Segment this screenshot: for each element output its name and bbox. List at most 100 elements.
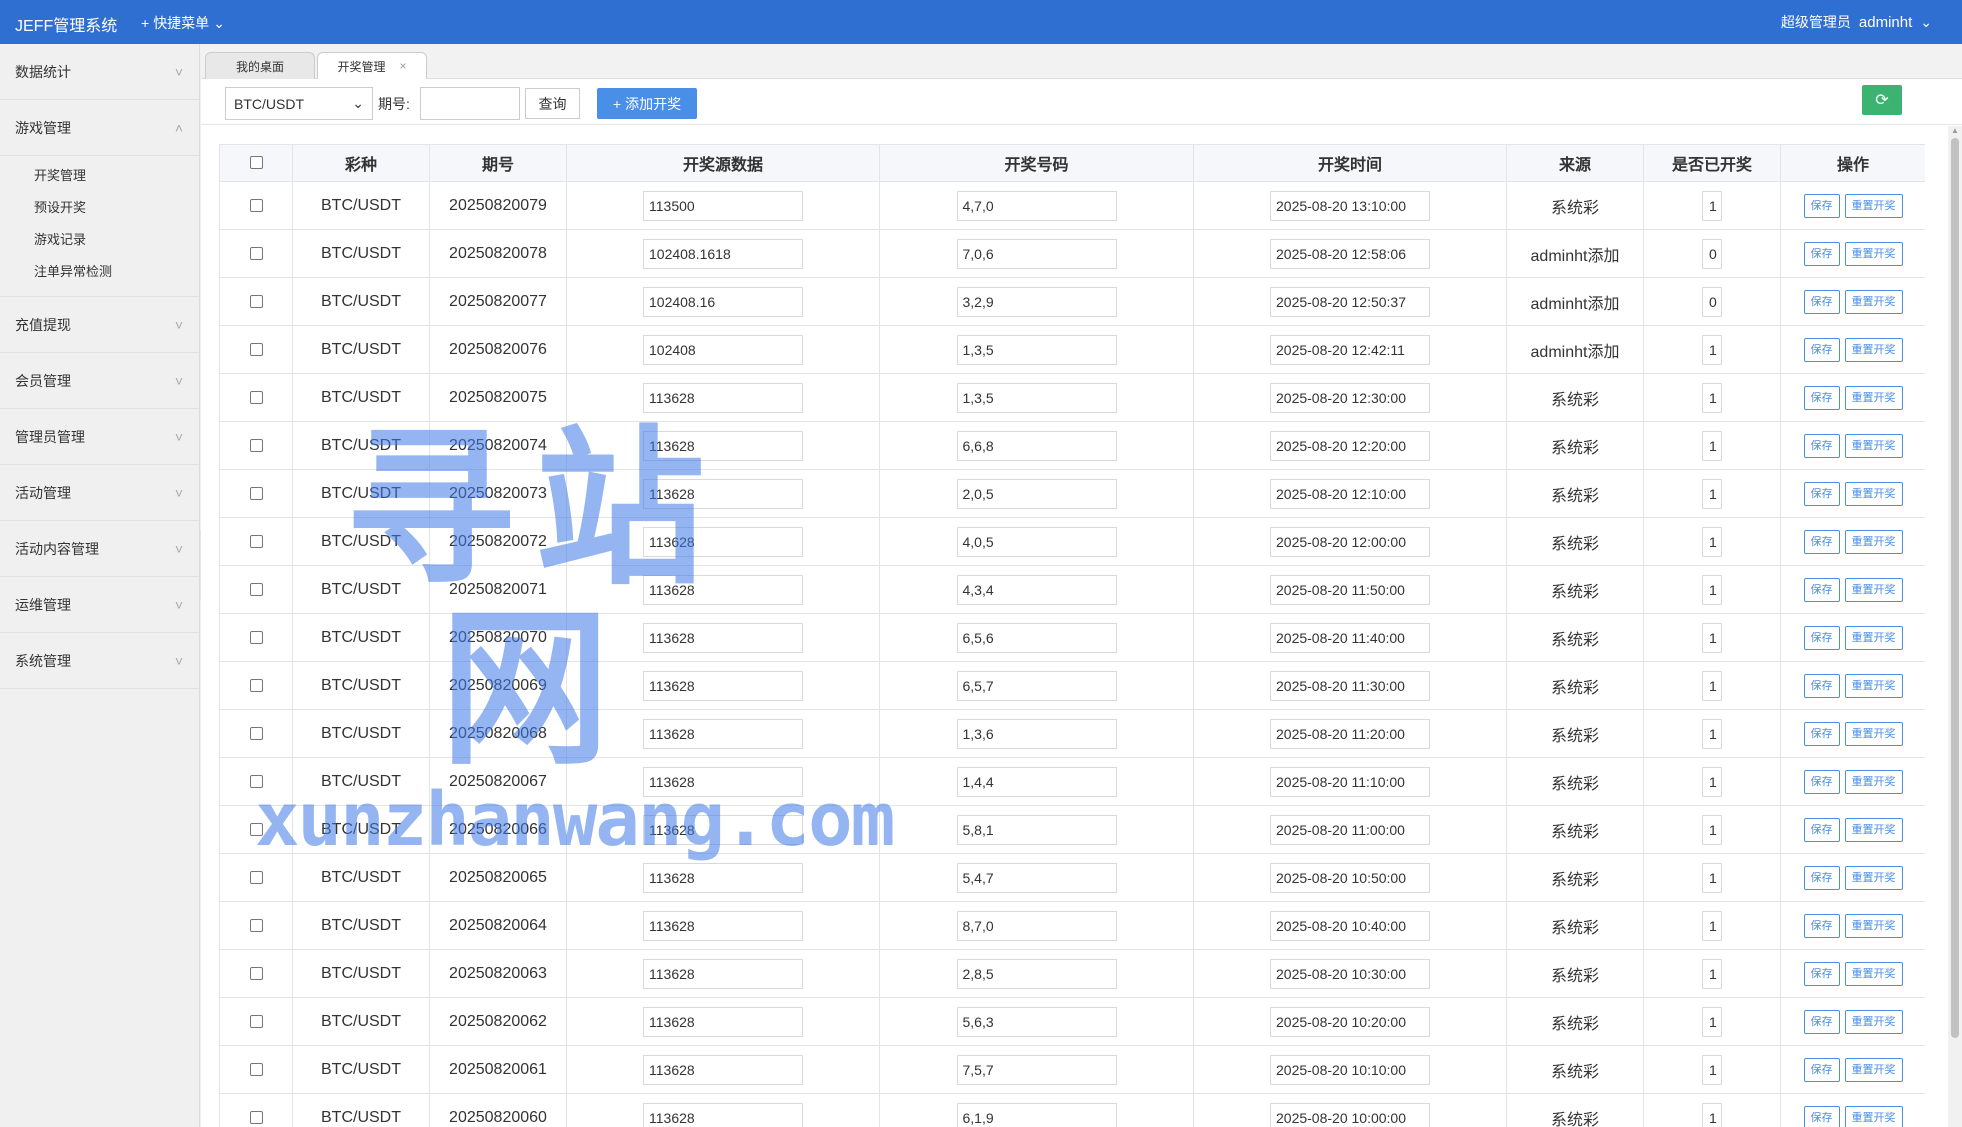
drawn-status-input[interactable]: 1	[1702, 766, 1722, 797]
drawn-status-input[interactable]: 1	[1702, 670, 1722, 701]
save-button[interactable]: 保存	[1803, 865, 1840, 890]
row-checkbox[interactable]	[249, 486, 263, 500]
draw-time-input[interactable]: 2025-08-20 12:30:00	[1270, 382, 1430, 413]
reset-draw-button[interactable]: 重置开奖	[1844, 1057, 1903, 1082]
row-checkbox[interactable]	[249, 870, 263, 884]
save-button[interactable]: 保存	[1803, 481, 1840, 506]
draw-time-input[interactable]: 2025-08-20 10:00:00	[1270, 1102, 1430, 1127]
draw-number-input[interactable]: 1,3,5	[956, 334, 1117, 365]
tab-draw-management[interactable]: 开奖管理 ×	[317, 52, 427, 79]
source-data-input[interactable]: 113628	[643, 718, 803, 749]
reset-draw-button[interactable]: 重置开奖	[1844, 769, 1903, 794]
reset-draw-button[interactable]: 重置开奖	[1844, 1009, 1903, 1034]
source-data-input[interactable]: 102408.16	[643, 286, 803, 317]
draw-number-input[interactable]: 6,5,6	[956, 622, 1117, 653]
row-checkbox[interactable]	[249, 390, 263, 404]
drawn-status-input[interactable]: 1	[1702, 1054, 1722, 1085]
reset-draw-button[interactable]: 重置开奖	[1844, 961, 1903, 986]
draw-time-input[interactable]: 2025-08-20 12:10:00	[1270, 478, 1430, 509]
source-data-input[interactable]: 113628	[643, 766, 803, 797]
source-data-input[interactable]: 113628	[643, 430, 803, 461]
sidebar-menu-0[interactable]: 数据统计 ˅	[0, 44, 199, 100]
draw-number-input[interactable]: 7,0,6	[956, 238, 1117, 269]
row-checkbox[interactable]	[249, 966, 263, 980]
quick-menu-button[interactable]: + 快捷菜单 ⌄	[141, 13, 225, 33]
add-draw-button[interactable]: + 添加开奖	[597, 88, 697, 119]
drawn-status-input[interactable]: 1	[1702, 334, 1722, 365]
drawn-status-input[interactable]: 1	[1702, 1102, 1722, 1127]
save-button[interactable]: 保存	[1803, 529, 1840, 554]
vertical-scrollbar[interactable]: ▲	[1948, 126, 1962, 1127]
row-checkbox[interactable]	[249, 534, 263, 548]
draw-number-input[interactable]: 1,3,6	[956, 718, 1117, 749]
save-button[interactable]: 保存	[1803, 193, 1840, 218]
drawn-status-input[interactable]: 1	[1702, 862, 1722, 893]
draw-number-input[interactable]: 2,0,5	[956, 478, 1117, 509]
drawn-status-input[interactable]: 1	[1702, 190, 1722, 221]
draw-time-input[interactable]: 2025-08-20 13:10:00	[1270, 190, 1430, 221]
draw-time-input[interactable]: 2025-08-20 10:50:00	[1270, 862, 1430, 893]
source-data-input[interactable]: 113628	[643, 382, 803, 413]
reset-draw-button[interactable]: 重置开奖	[1844, 865, 1903, 890]
source-data-input[interactable]: 113628	[643, 574, 803, 605]
save-button[interactable]: 保存	[1803, 913, 1840, 938]
draw-number-input[interactable]: 4,7,0	[956, 190, 1117, 221]
source-data-input[interactable]: 113628	[643, 1006, 803, 1037]
period-input[interactable]	[420, 87, 520, 120]
draw-time-input[interactable]: 2025-08-20 12:00:00	[1270, 526, 1430, 557]
save-button[interactable]: 保存	[1803, 625, 1840, 650]
draw-time-input[interactable]: 2025-08-20 12:58:06	[1270, 238, 1430, 269]
row-checkbox[interactable]	[249, 1014, 263, 1028]
drawn-status-input[interactable]: 1	[1702, 430, 1722, 461]
sidebar-subitem-0[interactable]: 开奖管理	[0, 160, 199, 192]
row-checkbox[interactable]	[249, 246, 263, 260]
source-data-input[interactable]: 113628	[643, 910, 803, 941]
draw-number-input[interactable]: 1,4,4	[956, 766, 1117, 797]
sidebar-menu-3[interactable]: 会员管理 ˅	[0, 353, 199, 409]
reset-draw-button[interactable]: 重置开奖	[1844, 241, 1903, 266]
query-button[interactable]: 查询	[525, 88, 580, 119]
row-checkbox[interactable]	[249, 678, 263, 692]
row-checkbox[interactable]	[249, 198, 263, 212]
reset-draw-button[interactable]: 重置开奖	[1844, 433, 1903, 458]
reset-draw-button[interactable]: 重置开奖	[1844, 625, 1903, 650]
tab-desktop[interactable]: 我的桌面	[205, 52, 315, 79]
refresh-button[interactable]: ⟳	[1862, 85, 1902, 115]
draw-time-input[interactable]: 2025-08-20 12:42:11	[1270, 334, 1430, 365]
reset-draw-button[interactable]: 重置开奖	[1844, 193, 1903, 218]
draw-number-input[interactable]: 2,8,5	[956, 958, 1117, 989]
drawn-status-input[interactable]: 1	[1702, 526, 1722, 557]
drawn-status-input[interactable]: 1	[1702, 814, 1722, 845]
sidebar-subitem-3[interactable]: 注单异常检测	[0, 256, 199, 288]
source-data-input[interactable]: 113628	[643, 478, 803, 509]
sidebar-menu-8[interactable]: 系统管理 ˅	[0, 633, 199, 689]
save-button[interactable]: 保存	[1803, 577, 1840, 602]
source-data-input[interactable]: 113628	[643, 670, 803, 701]
row-checkbox[interactable]	[249, 438, 263, 452]
draw-number-input[interactable]: 4,0,5	[956, 526, 1117, 557]
source-data-input[interactable]: 113500	[643, 190, 803, 221]
draw-time-input[interactable]: 2025-08-20 11:00:00	[1270, 814, 1430, 845]
drawn-status-input[interactable]: 1	[1702, 718, 1722, 749]
save-button[interactable]: 保存	[1803, 673, 1840, 698]
row-checkbox[interactable]	[249, 1062, 263, 1076]
draw-time-input[interactable]: 2025-08-20 12:20:00	[1270, 430, 1430, 461]
reset-draw-button[interactable]: 重置开奖	[1844, 721, 1903, 746]
reset-draw-button[interactable]: 重置开奖	[1844, 817, 1903, 842]
sidebar-menu-6[interactable]: 活动内容管理 ˅	[0, 521, 199, 577]
drawn-status-input[interactable]: 0	[1702, 286, 1722, 317]
row-checkbox[interactable]	[249, 582, 263, 596]
save-button[interactable]: 保存	[1803, 769, 1840, 794]
row-checkbox[interactable]	[249, 726, 263, 740]
drawn-status-input[interactable]: 1	[1702, 958, 1722, 989]
row-checkbox[interactable]	[249, 1110, 263, 1124]
user-menu[interactable]: 超级管理员 adminht ⌄	[1781, 12, 1932, 32]
scroll-up-icon[interactable]: ▲	[1951, 126, 1959, 135]
draw-time-input[interactable]: 2025-08-20 10:30:00	[1270, 958, 1430, 989]
draw-time-input[interactable]: 2025-08-20 11:10:00	[1270, 766, 1430, 797]
sidebar-menu-4[interactable]: 管理员管理 ˅	[0, 409, 199, 465]
draw-number-input[interactable]: 7,5,7	[956, 1054, 1117, 1085]
draw-number-input[interactable]: 5,8,1	[956, 814, 1117, 845]
sidebar-menu-7[interactable]: 运维管理 ˅	[0, 577, 199, 633]
draw-number-input[interactable]: 5,6,3	[956, 1006, 1117, 1037]
